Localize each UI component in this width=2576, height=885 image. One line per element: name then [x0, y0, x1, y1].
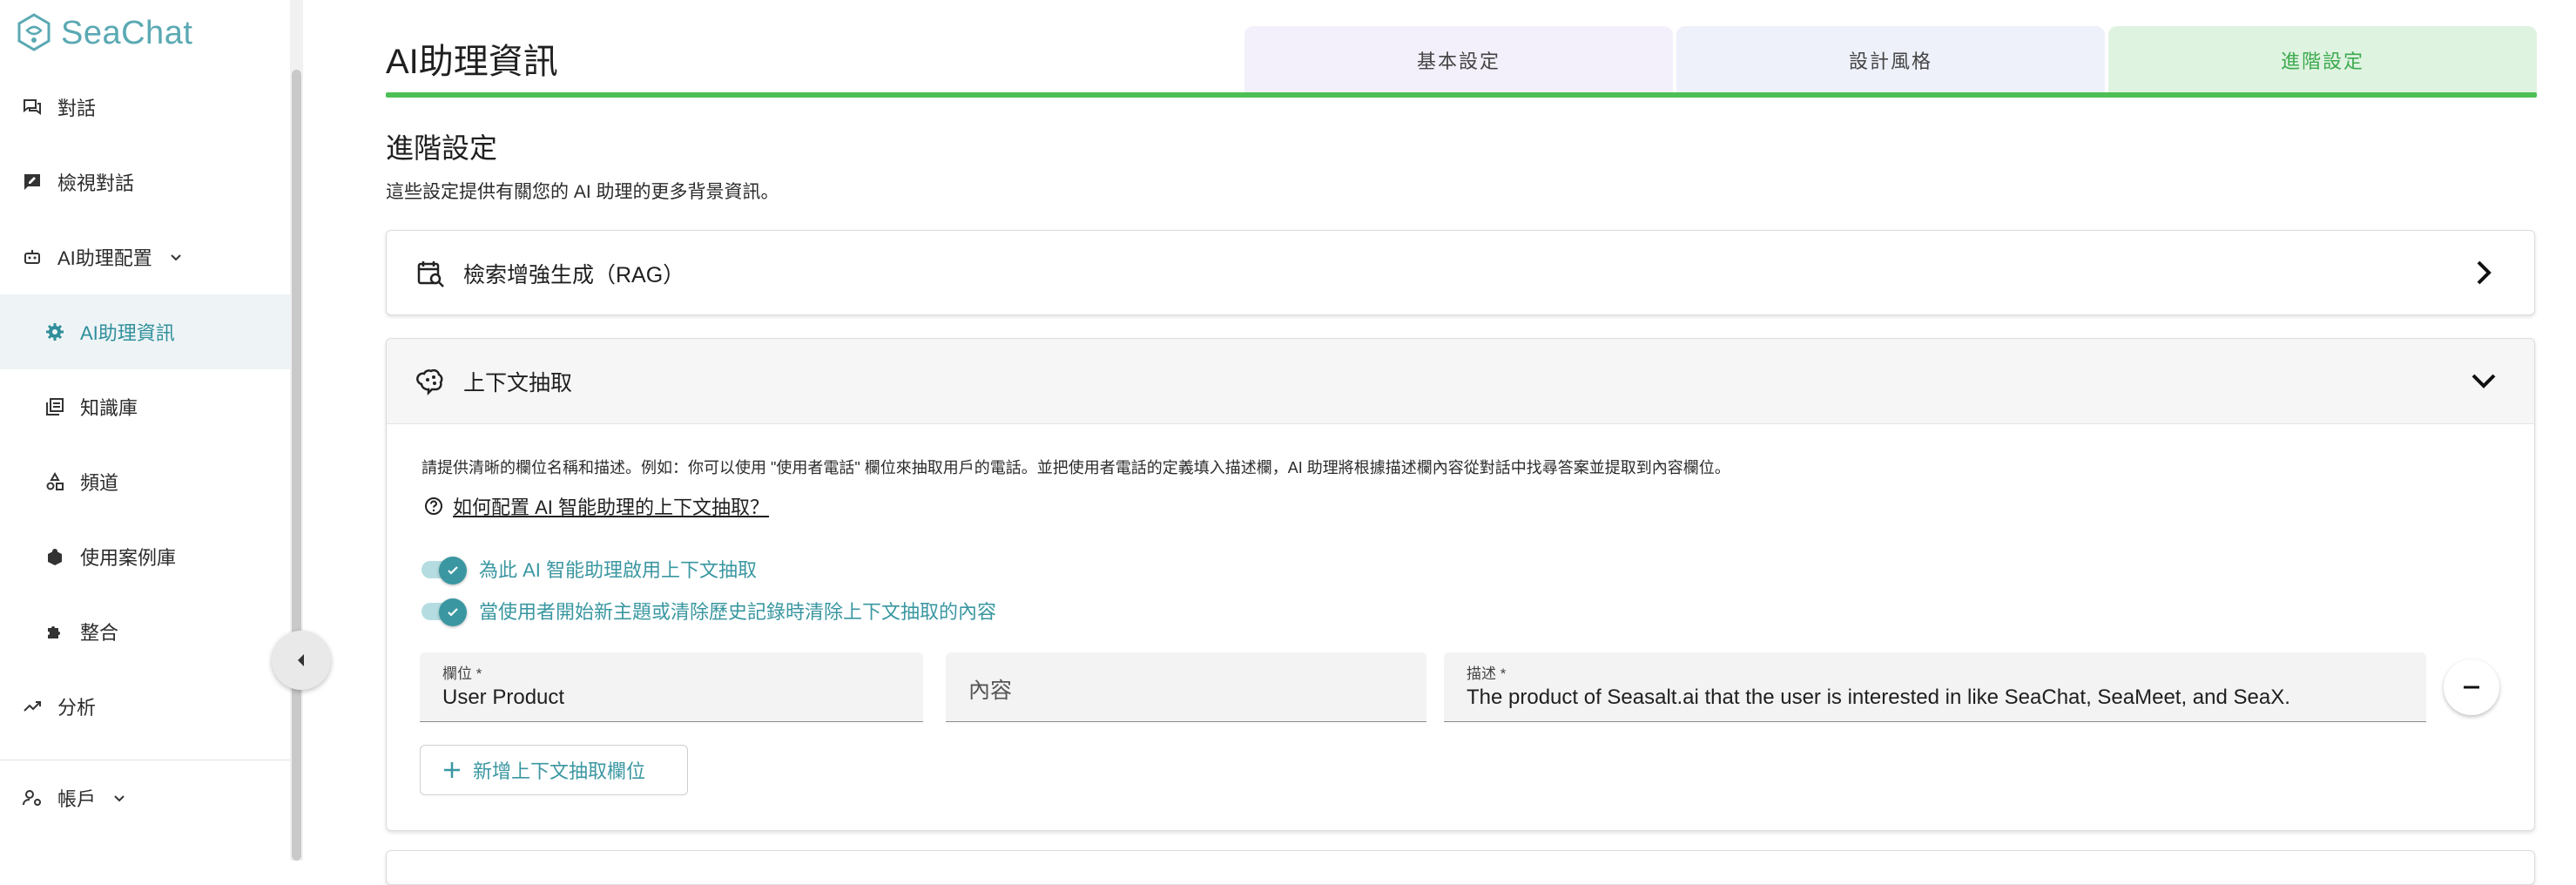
sidebar-item-ai-config[interactable]: AI助理配置 — [0, 220, 290, 294]
chevron-down-icon — [171, 254, 181, 261]
sidebar: SeaChat 對話 檢視對話 AI助理配置 AI助理資訊 知識庫 頻道 使用案… — [0, 0, 303, 861]
context-extraction-description: 請提供清晰的欄位名稱和描述。例如：你可以使用 "使用者電話" 欄位來抽取用戶的電… — [421, 459, 1730, 476]
sidebar-item-chat[interactable]: 對話 — [0, 70, 290, 145]
brain-icon — [416, 368, 443, 395]
plus-icon — [444, 762, 460, 778]
rag-title: 檢索增強生成（RAG） — [463, 263, 685, 287]
sidebar-scrollbar-thumb[interactable] — [292, 70, 301, 861]
library-icon — [44, 395, 66, 418]
sidebar-item-label: 對話 — [57, 98, 97, 119]
rag-panel-header[interactable]: 檢索增強生成（RAG） — [387, 231, 2534, 316]
field-name-value: User Product — [442, 686, 565, 709]
seachat-logo[interactable]: SeaChat — [12, 10, 192, 56]
check-icon — [448, 608, 458, 617]
review-chat-icon — [21, 171, 44, 193]
rag-panel: 檢索增強生成（RAG） — [386, 230, 2535, 315]
toggle-label: 當使用者開始新主題或清除歷史記錄時清除上下文抽取的內容 — [479, 601, 997, 623]
active-tab-indicator — [386, 92, 2537, 98]
check-icon — [448, 566, 458, 575]
clear-context-on-new-topic-toggle[interactable]: 當使用者開始新主題或清除歷史記錄時清除上下文抽取的內容 — [420, 597, 997, 626]
add-button-label: 新增上下文抽取欄位 — [473, 760, 646, 782]
description-value: The product of Seasalt.ai that the user … — [1467, 686, 2290, 709]
toggle-switch[interactable] — [420, 557, 469, 584]
sidebar-item-use-cases[interactable]: 使用案例庫 — [0, 519, 290, 594]
help-circle-icon — [425, 497, 442, 515]
sidebar-item-account[interactable]: 帳戶 — [0, 760, 290, 835]
shapes-icon — [44, 470, 66, 493]
sidebar-item-label: 使用案例庫 — [80, 547, 177, 569]
context-extraction-help-link[interactable]: 如何配置 AI 智能助理的上下文抽取？ — [423, 492, 769, 520]
tab-design-style[interactable]: 設計風格 — [1676, 26, 2105, 94]
sidebar-item-review-chat[interactable]: 檢視對話 — [0, 145, 290, 220]
chat-icon — [21, 96, 44, 118]
add-context-field-button[interactable]: 新增上下文抽取欄位 — [420, 745, 688, 795]
gear-icon — [44, 321, 66, 343]
chevron-right-icon — [2477, 260, 2492, 285]
toggle-switch[interactable] — [420, 598, 469, 626]
tab-basic-settings[interactable]: 基本設定 — [1244, 26, 1673, 94]
sidebar-item-knowledge-base[interactable]: 知識庫 — [0, 369, 290, 444]
section-title: 進階設定 — [386, 132, 498, 164]
collapse-sidebar-button[interactable] — [272, 631, 331, 690]
section-description: 這些設定提供有關您的 AI 助理的更多背景資訊。 — [386, 182, 779, 202]
content-input[interactable]: 內容 — [946, 652, 1426, 722]
help-link-text: 如何配置 AI 智能助理的上下文抽取？ — [453, 497, 770, 518]
sidebar-item-label: 檢視對話 — [57, 172, 135, 194]
robot-icon — [21, 246, 44, 268]
sidebar-item-label: AI助理配置 — [57, 247, 152, 269]
context-extraction-panel: 上下文抽取 請提供清晰的欄位名稱和描述。例如：你可以使用 "使用者電話" 欄位來… — [386, 338, 2535, 831]
sidebar-item-label: 整合 — [80, 622, 119, 644]
calendar-search-icon — [417, 261, 444, 287]
sidebar-item-label: 帳戶 — [57, 788, 97, 810]
enable-context-extraction-toggle[interactable]: 為此 AI 智能助理啟用上下文抽取 — [420, 555, 758, 584]
content-placeholder: 內容 — [968, 679, 1013, 703]
box-icon — [44, 545, 66, 568]
user-settings-icon — [21, 787, 44, 809]
next-panel — [386, 850, 2535, 885]
sidebar-item-label: AI助理資訊 — [80, 322, 175, 344]
sidebar-item-integrations[interactable]: 整合 — [0, 594, 290, 669]
description-input[interactable]: 描述 * The product of Seasalt.ai that the … — [1444, 652, 2426, 722]
logo-text: SeaChat — [61, 14, 193, 51]
puzzle-icon — [44, 620, 66, 643]
chevron-down-icon — [2471, 374, 2496, 388]
main-content: AI助理資訊 基本設定 設計風格 進階設定 進階設定 這些設定提供有關您的 AI… — [386, 0, 2537, 885]
context-extraction-title: 上下文抽取 — [463, 370, 573, 395]
logo-icon — [17, 13, 51, 51]
field-name-input[interactable]: 欄位 * User Product — [420, 652, 923, 722]
chevron-left-icon — [298, 654, 304, 666]
sidebar-item-channels[interactable]: 頻道 — [0, 444, 290, 519]
field-name-label: 欄位 * — [442, 665, 482, 682]
context-extraction-header[interactable]: 上下文抽取 — [387, 339, 2534, 424]
sidebar-item-ai-info[interactable]: AI助理資訊 — [0, 294, 290, 369]
sidebar-item-label: 分析 — [57, 697, 97, 719]
sidebar-item-label: 知識庫 — [80, 397, 138, 419]
trend-icon — [21, 695, 44, 718]
settings-tabs: 基本設定 設計風格 進階設定 — [1244, 26, 2537, 94]
sidebar-nav: 對話 檢視對話 AI助理配置 AI助理資訊 知識庫 頻道 使用案例庫 整合 分析… — [0, 70, 290, 835]
page-title: AI助理資訊 — [386, 43, 558, 81]
sidebar-item-label: 頻道 — [80, 472, 119, 494]
tab-advanced-settings[interactable]: 進階設定 — [2108, 26, 2537, 94]
remove-field-button[interactable] — [2444, 659, 2499, 715]
minus-icon — [2464, 686, 2479, 689]
toggle-label: 為此 AI 智能助理啟用上下文抽取 — [479, 559, 758, 581]
sidebar-item-analytics[interactable]: 分析 — [0, 669, 290, 744]
chevron-down-icon — [114, 795, 125, 802]
description-label: 描述 * — [1467, 665, 1507, 682]
